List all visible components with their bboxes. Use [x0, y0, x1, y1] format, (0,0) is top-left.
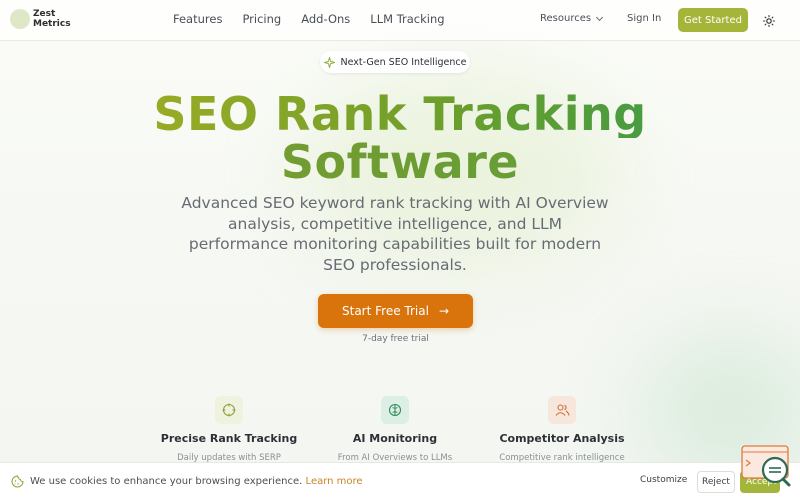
main-nav: Features Pricing Add-Ons LLM Tracking — [173, 12, 465, 26]
resources-label: Resources — [540, 13, 592, 24]
cookie-banner: We use cookies to enhance your browsing … — [0, 462, 800, 500]
logo-mark — [10, 9, 30, 29]
learn-more-link[interactable]: Learn more — [306, 476, 363, 487]
nav-features[interactable]: Features — [173, 12, 222, 26]
resources-dropdown[interactable]: Resources — [540, 13, 604, 24]
arrow-right-icon: → — [438, 304, 449, 318]
feature-title: Competitor Analysis — [499, 432, 625, 445]
nav-llm-tracking[interactable]: LLM Tracking — [370, 12, 444, 26]
start-free-trial-button[interactable]: Start Free Trial → — [318, 294, 473, 328]
page-title: SEO Rank Tracking Software — [100, 90, 700, 186]
users-icon — [548, 396, 576, 424]
feature-title: AI Monitoring — [352, 432, 438, 445]
sun-icon[interactable] — [762, 13, 776, 28]
sparkle-icon — [323, 56, 335, 68]
page-title-line1: SEO Rank Tracking — [100, 90, 700, 138]
chevron-down-icon — [596, 13, 604, 21]
feature-card-rank-tracking: Precise Rank Tracking Daily updates with… — [149, 396, 309, 463]
sign-in-link[interactable]: Sign In — [627, 13, 661, 24]
cookie-message: We use cookies to enhance your browsing … — [30, 476, 363, 487]
page-title-line2: Software — [100, 138, 700, 186]
nav-add-ons[interactable]: Add-Ons — [301, 12, 350, 26]
cookie-icon — [11, 475, 24, 488]
hero-badge-label: Next-Gen SEO Intelligence — [340, 56, 467, 68]
hero-subtitle: Advanced SEO keyword rank tracking with … — [181, 194, 609, 274]
site-header: Zest Metrics Features Pricing Add-Ons LL… — [0, 0, 800, 41]
logo-text-line2: Metrics — [33, 19, 71, 29]
logo-text: Zest Metrics — [33, 9, 73, 29]
hero-badge: Next-Gen SEO Intelligence — [320, 51, 470, 73]
get-started-button[interactable]: Get Started — [678, 8, 748, 32]
logo-text-line1: Zest — [33, 9, 56, 19]
nav-pricing[interactable]: Pricing — [242, 12, 281, 26]
target-icon — [215, 396, 243, 424]
logo[interactable]: Zest Metrics — [10, 9, 73, 29]
cookie-message-text: We use cookies to enhance your browsing … — [30, 476, 303, 487]
trial-note: 7-day free trial — [362, 334, 429, 344]
customize-button[interactable]: Customize — [640, 475, 687, 485]
start-free-trial-label: Start Free Trial — [342, 304, 429, 318]
feature-title: Precise Rank Tracking — [160, 432, 298, 445]
brain-icon — [381, 396, 409, 424]
search-chat-widget[interactable] — [740, 444, 792, 488]
feature-card-ai-monitoring: AI Monitoring From AI Overviews to LLMs — [315, 396, 475, 463]
reject-button[interactable]: Reject — [697, 471, 735, 493]
feature-card-competitor-analysis: Competitor Analysis Competitive rank int… — [482, 396, 642, 463]
